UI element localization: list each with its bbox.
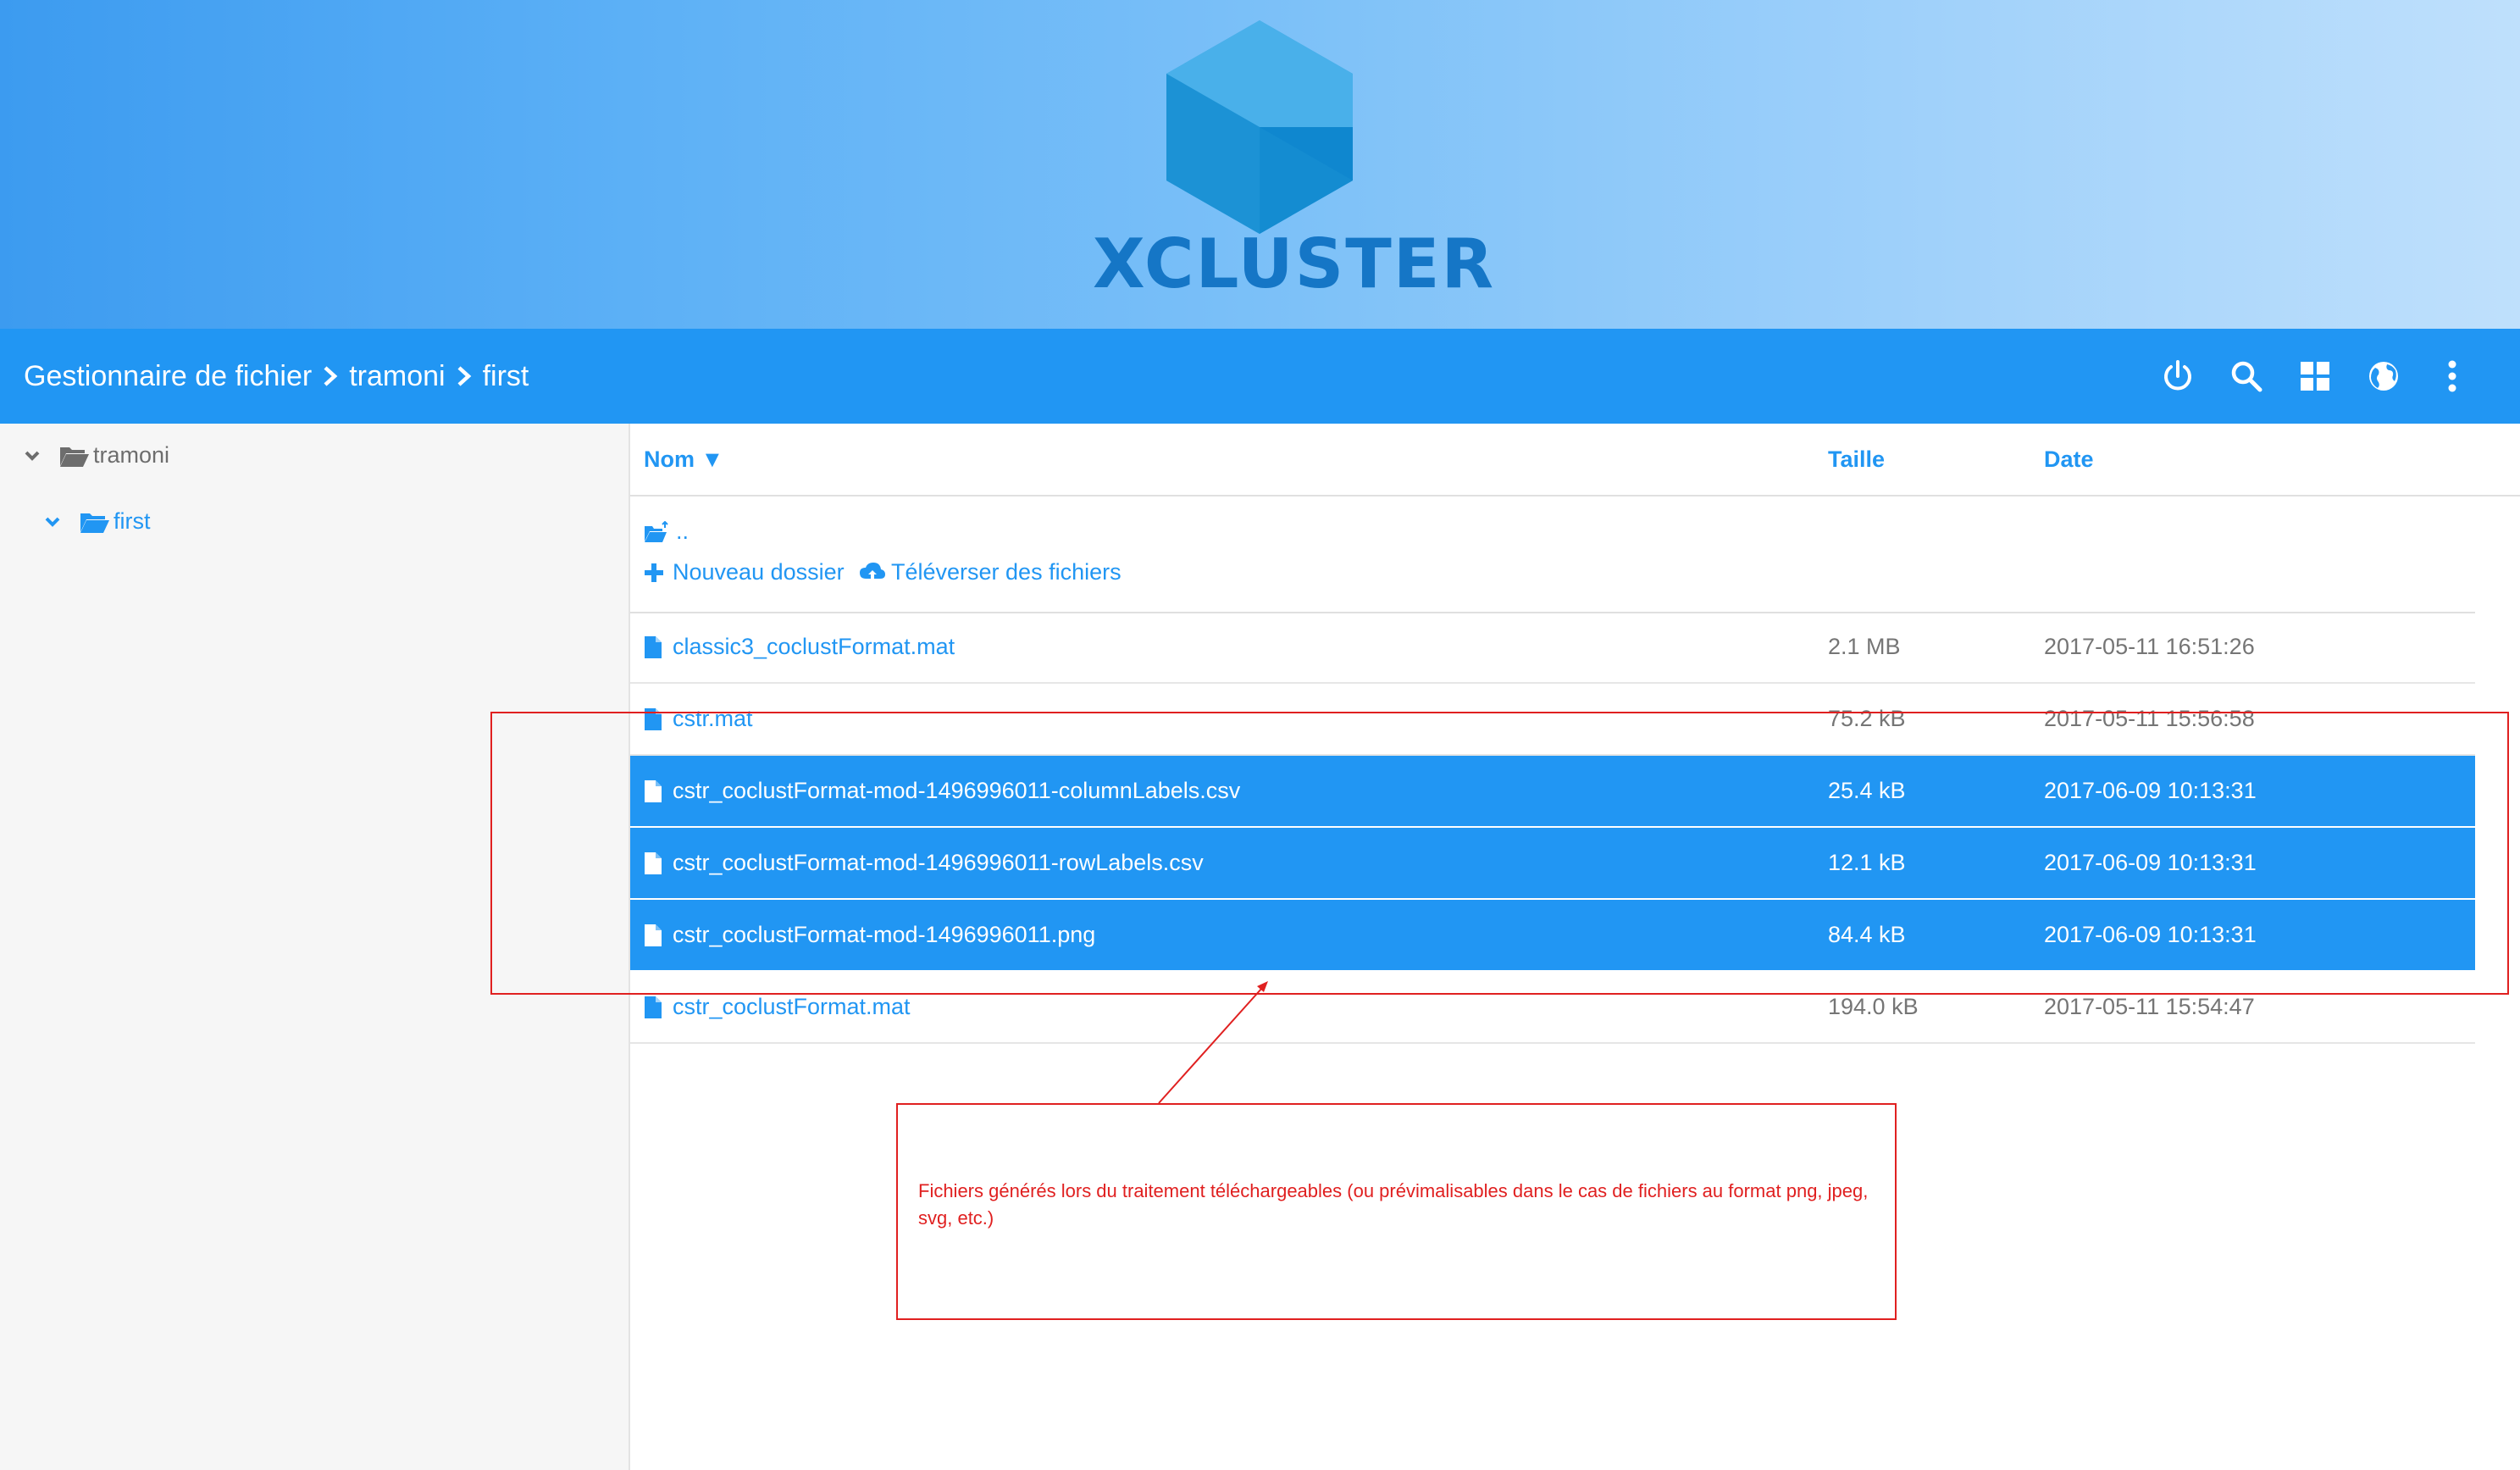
- new-folder-label: Nouveau dossier: [673, 559, 845, 585]
- power-icon: [2163, 360, 2191, 391]
- file-size: 2.1 MB: [1828, 634, 1901, 659]
- file-name: classic3_coclustFormat.mat: [673, 634, 955, 659]
- column-header-size[interactable]: Taille: [1828, 424, 1885, 495]
- chevron-down-icon: [25, 451, 40, 461]
- folder-open-icon: [60, 447, 89, 467]
- language-globe-icon: [2368, 362, 2398, 391]
- list-actions: .. Nouveau dossier Téléverser des fichie…: [630, 496, 2475, 613]
- top-toolbar: Gestionnaire de fichier tramoni first: [0, 329, 2520, 424]
- search-button[interactable]: [2212, 342, 2280, 411]
- more-vert-icon: [2448, 360, 2456, 392]
- parent-folder-label: ..: [676, 519, 690, 544]
- upload-files-button[interactable]: Téléverser des fichiers: [859, 559, 1122, 585]
- grid-view-icon: [2300, 362, 2329, 391]
- logo-wordmark: XCLUSTER: [1093, 225, 1496, 303]
- breadcrumb-root[interactable]: Gestionnaire de fichier: [24, 360, 312, 393]
- tree-item-first[interactable]: first: [44, 508, 151, 535]
- breadcrumb-tramoni[interactable]: tramoni: [349, 360, 445, 393]
- file-name-cell[interactable]: classic3_coclustFormat.mat: [644, 612, 955, 682]
- new-folder-button[interactable]: Nouveau dossier: [644, 559, 845, 585]
- breadcrumb-first[interactable]: first: [483, 360, 529, 393]
- chevron-right-icon: [446, 365, 483, 387]
- toolbar-actions: [2143, 329, 2486, 424]
- tree-item-label: first: [114, 508, 151, 534]
- cloud-upload-icon: [860, 562, 885, 583]
- folder-up-icon: [645, 520, 668, 542]
- file-row[interactable]: classic3_coclustFormat.mat 2.1 MB 2017-05-…: [630, 612, 2475, 684]
- annotation-note-box: Fichiers générés lors du traitement télé…: [896, 1103, 1897, 1320]
- file-icon: [644, 635, 662, 659]
- file-date: 2017-05-11 16:51:26: [2044, 634, 2255, 659]
- breadcrumb: Gestionnaire de fichier tramoni first: [24, 329, 529, 424]
- file-icon: [644, 996, 662, 1019]
- column-header-name[interactable]: Nom ▼: [644, 424, 723, 495]
- file-list-header: Nom ▼ Taille Date: [630, 424, 2520, 496]
- search-icon: [2231, 361, 2262, 392]
- folder-open-icon: [80, 513, 109, 533]
- logout-button[interactable]: [2143, 342, 2212, 411]
- annotation-selection-rectangle: [490, 712, 2509, 995]
- parent-folder-link[interactable]: ..: [644, 519, 689, 545]
- plus-icon: [645, 563, 663, 582]
- view-toggle-button[interactable]: [2280, 342, 2349, 411]
- chevron-right-icon: [312, 365, 349, 387]
- tree-item-label: tramoni: [93, 442, 170, 468]
- annotation-note-text: Fichiers générés lors du traitement télé…: [918, 1180, 1869, 1229]
- xcluster-hexagon-logo-icon: [1166, 20, 1353, 234]
- chevron-down-icon: [45, 517, 60, 527]
- app-banner: XCLUSTER: [0, 0, 2520, 329]
- more-menu-button[interactable]: [2418, 342, 2486, 411]
- tree-item-tramoni[interactable]: tramoni: [24, 442, 169, 469]
- upload-files-label: Téléverser des fichiers: [891, 559, 1122, 585]
- column-header-date[interactable]: Date: [2044, 424, 2094, 495]
- file-name: cstr_coclustFormat.mat: [673, 994, 911, 1019]
- language-button[interactable]: [2349, 342, 2418, 411]
